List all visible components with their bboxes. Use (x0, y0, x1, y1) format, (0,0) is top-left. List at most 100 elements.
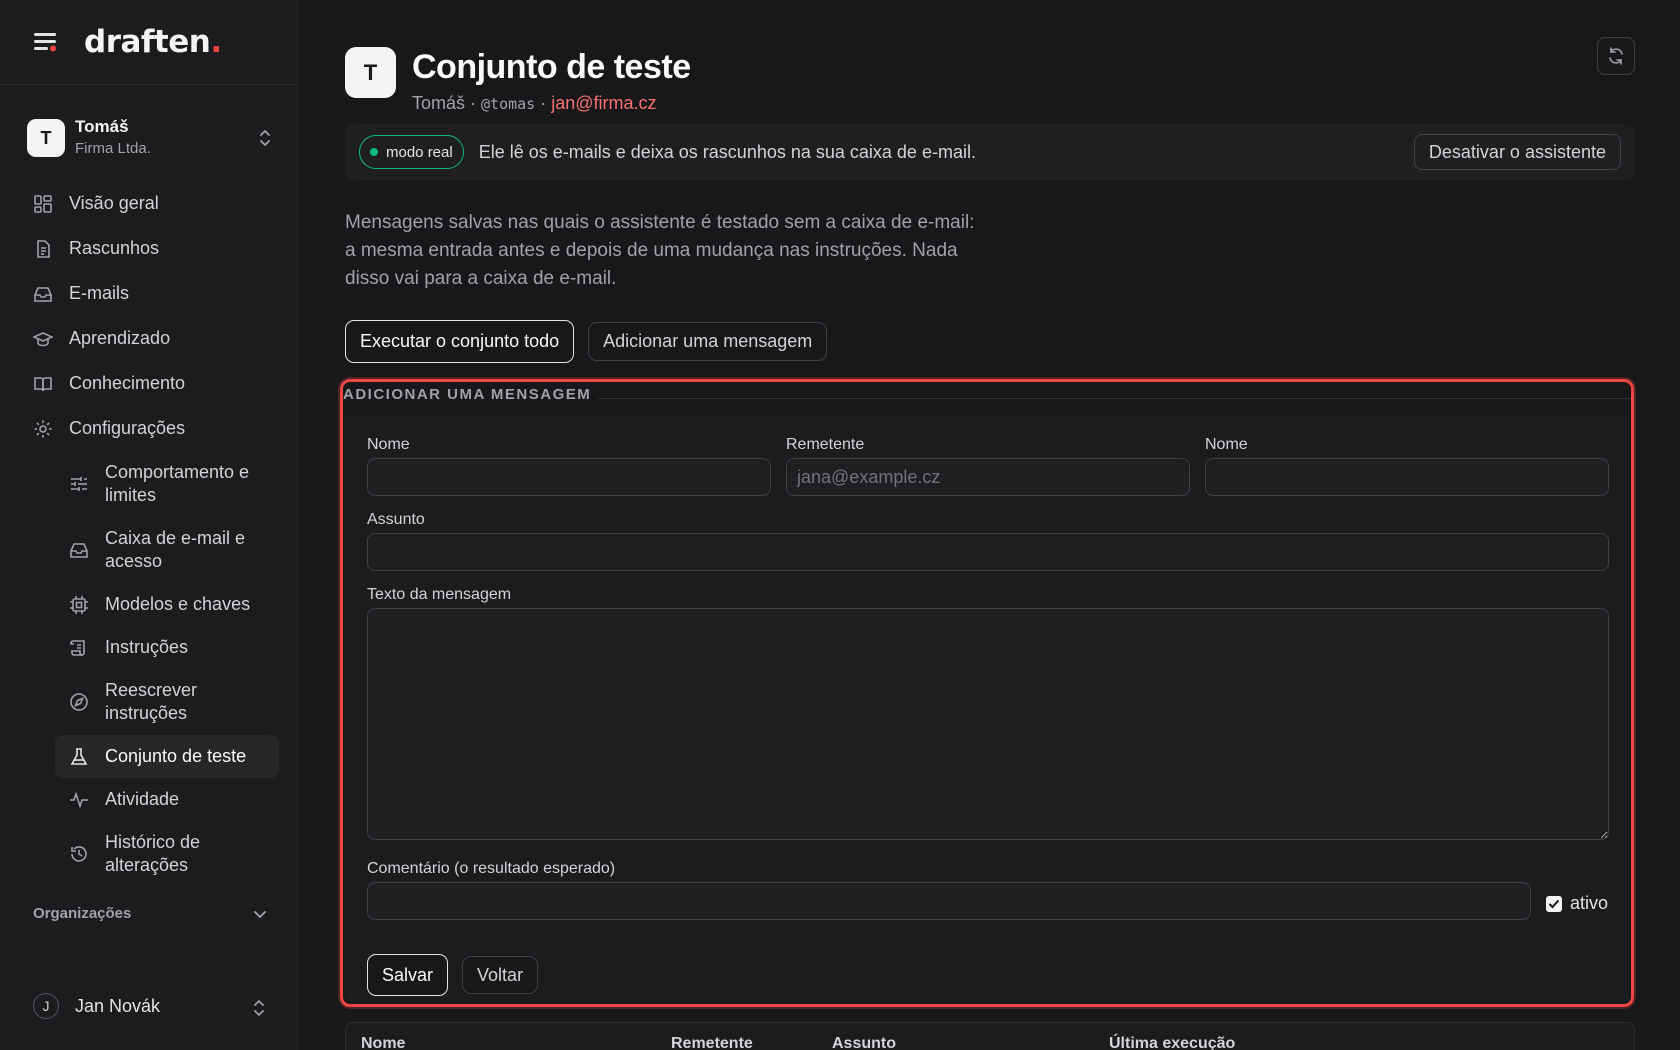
chevron-up-down-icon (260, 130, 270, 146)
column-header-sender[interactable]: Remetente (671, 1035, 753, 1050)
legend-divider (598, 398, 1631, 399)
sender-name-label: Nome (1205, 436, 1248, 453)
add-message-button[interactable]: Adicionar uma mensagem (588, 322, 828, 361)
nav-item-knowledge[interactable]: Conhecimento (19, 361, 279, 406)
graduation-cap-icon (33, 331, 53, 346)
name-input[interactable] (367, 458, 771, 496)
sender-name-input[interactable] (1205, 458, 1609, 496)
active-checkbox[interactable] (1546, 895, 1562, 912)
add-message-form: ADICIONAR UMA MENSAGEM Nome Remetente No… (340, 379, 1634, 1007)
nav-item-rewrite-instructions[interactable]: Reescrever instruções (55, 669, 279, 735)
scroll-icon (70, 639, 85, 656)
activity-icon (70, 790, 88, 809)
user-name: Jan Novák (75, 995, 161, 1016)
nav-label: Aprendizado (69, 328, 171, 348)
book-icon (34, 376, 52, 391)
document-icon (37, 239, 50, 258)
nav-label: E-mails (69, 283, 130, 303)
settings-subnav: Comportamento e limites Caixa de e-mail … (19, 451, 279, 887)
column-header-last-run[interactable]: Última execução (1109, 1035, 1235, 1050)
nav-item-settings[interactable]: Configurações (19, 406, 279, 451)
dashboard-icon (34, 194, 52, 213)
sender-label: Remetente (786, 436, 865, 453)
live-status-dot (370, 148, 378, 156)
nav-label: Modelos e chaves (105, 594, 251, 614)
nav-label: Caixa de e-mail e acesso (105, 528, 246, 571)
chip-icon (70, 595, 88, 614)
check-icon (1549, 899, 1559, 908)
chevron-up-down-icon (254, 1000, 264, 1016)
header-text: Conjunto de teste Tomáš · @tomas · jan@f… (412, 47, 691, 114)
subject-input[interactable] (367, 533, 1609, 571)
column-header-name[interactable]: Nome (361, 1035, 405, 1050)
sliders-icon (71, 477, 87, 491)
sender-email-input[interactable] (786, 458, 1190, 496)
nav-item-activity[interactable]: Atividade (55, 778, 279, 821)
deactivate-assistant-button[interactable]: Desativar o assistente (1413, 134, 1621, 170)
subject-label: Assunto (367, 511, 425, 528)
nav-item-test-set[interactable]: Conjunto de teste (55, 735, 279, 778)
account-avatar: T (27, 119, 65, 157)
nav-item-overview[interactable]: Visão geral (19, 181, 279, 226)
form-buttons: Salvar Voltar (367, 954, 539, 996)
header-handle: @tomas (481, 95, 536, 113)
live-mode-badge: modo real (359, 135, 464, 169)
refresh-icon (1609, 47, 1623, 65)
separator: · (535, 93, 552, 113)
flask-icon (70, 747, 88, 765)
header-name: Tomáš (412, 93, 466, 113)
nav-label: Instruções (105, 637, 189, 657)
organizations-label: Organizações (33, 905, 132, 922)
comment-input[interactable] (367, 882, 1531, 920)
header-email-link[interactable]: jan@firma.cz (551, 93, 656, 113)
account-name: Tomáš (75, 117, 129, 136)
actions-bar: Executar o conjunto todo Adicionar uma m… (345, 320, 828, 363)
form-body: Nome Remetente Nome Assunto Texto da men… (345, 416, 1629, 1002)
live-mode-bar: modo real Ele lê os e-mails e deixa os r… (345, 124, 1635, 180)
nav-label: Conjunto de teste (105, 746, 247, 766)
logo-dot: . (210, 24, 222, 60)
nav-item-mailbox-access[interactable]: Caixa de e-mail e acesso (55, 517, 279, 583)
account-org: Firma Ltda. (75, 140, 151, 157)
menu-toggle-button[interactable] (32, 28, 60, 56)
organizations-toggle[interactable]: Organizações (33, 905, 267, 922)
compass-icon (70, 693, 88, 711)
run-all-button[interactable]: Executar o conjunto todo (345, 320, 575, 363)
app-logo[interactable]: draften. (84, 24, 222, 60)
save-button[interactable]: Salvar (367, 954, 449, 996)
nav-item-learning[interactable]: Aprendizado (19, 316, 279, 361)
live-badge-label: modo real (386, 143, 453, 161)
user-avatar: J (33, 993, 59, 1019)
body-label: Texto da mensagem (367, 586, 512, 603)
account-text: Tomáš Firma Ltda. (75, 116, 151, 160)
name-label: Nome (367, 436, 410, 453)
nav-item-models-keys[interactable]: Modelos e chaves (55, 583, 279, 626)
inbox-icon (70, 543, 88, 558)
user-menu[interactable]: J Jan Novák (33, 993, 267, 1019)
nav-label: Histórico de alterações (105, 832, 201, 875)
form-legend: ADICIONAR UMA MENSAGEM (343, 386, 592, 403)
message-body-textarea[interactable] (367, 608, 1609, 840)
nav-item-drafts[interactable]: Rascunhos (19, 226, 279, 271)
column-header-subject[interactable]: Assunto (832, 1035, 896, 1050)
nav-item-emails[interactable]: E-mails (19, 271, 279, 316)
nav-label: Configurações (69, 418, 186, 438)
gear-icon (34, 420, 52, 437)
main-nav: Visão geral Rascunhos E-mails Aprendizad… (19, 181, 279, 887)
account-switcher[interactable]: T Tomáš Firma Ltda. (27, 116, 273, 160)
nav-item-instructions[interactable]: Instruções (55, 626, 279, 669)
nav-label: Visão geral (69, 193, 159, 213)
refresh-button[interactable] (1597, 37, 1635, 75)
nav-label: Reescrever instruções (105, 680, 198, 723)
nav-label: Atividade (105, 789, 180, 809)
active-checkbox-row[interactable]: ativo (1546, 893, 1608, 914)
separator: · (465, 93, 482, 113)
back-button[interactable]: Voltar (462, 956, 539, 994)
nav-item-change-history[interactable]: Histórico de alterações (55, 821, 279, 887)
hamburger-icon (34, 33, 56, 52)
nav-label: Rascunhos (69, 238, 160, 258)
nav-item-behavior-limits[interactable]: Comportamento e limites (55, 451, 279, 517)
brand-bar: draften. (0, 0, 297, 85)
profile-avatar: T (345, 47, 396, 98)
live-mode-text: Ele lê os e-mails e deixa os rascunhos n… (478, 141, 976, 162)
